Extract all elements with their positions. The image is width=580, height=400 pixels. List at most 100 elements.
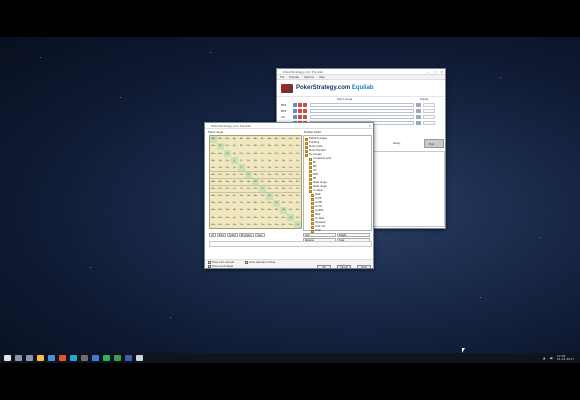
hand-cell[interactable]: J5o	[231, 200, 238, 207]
hand-cell[interactable]: 85o	[252, 200, 259, 207]
hand-cell[interactable]: A6o	[210, 192, 217, 200]
hand-cell[interactable]: 77	[259, 185, 266, 193]
hand-cell[interactable]: 98s	[252, 171, 259, 179]
hand-cell[interactable]: 88	[252, 178, 259, 186]
hand-cell[interactable]: KK	[217, 143, 224, 150]
hand-cell[interactable]: Q5s	[273, 150, 280, 157]
hand-cell[interactable]: J9s	[245, 157, 252, 164]
chrome-icon[interactable]	[59, 355, 66, 361]
hand-cell[interactable]: J7s	[259, 157, 266, 164]
hand-cell[interactable]: 66	[266, 192, 273, 200]
hand-cell[interactable]: 97o	[245, 185, 252, 193]
explorer-icon[interactable]	[37, 355, 44, 361]
hand-cell[interactable]: KQo	[217, 150, 224, 157]
hand-cell[interactable]: JTo	[231, 164, 238, 172]
hand-cell[interactable]: Q4s	[280, 150, 287, 157]
hand-cell[interactable]: T5s	[273, 164, 280, 172]
hand-range-input[interactable]	[310, 103, 414, 107]
hand-cell[interactable]: K7s	[259, 143, 266, 150]
hand-cell[interactable]: K5o	[217, 200, 224, 207]
hand-cell[interactable]: ATo	[210, 164, 217, 172]
clear-button[interactable]	[416, 115, 421, 119]
add-button[interactable]: Add	[303, 233, 336, 237]
hand-cell[interactable]: 72o	[259, 221, 266, 228]
pairs-button[interactable]: Pairs	[216, 233, 226, 237]
hand-cell[interactable]: 72s	[294, 185, 301, 193]
random-icon[interactable]	[303, 115, 307, 119]
hand-cell[interactable]: AA	[210, 136, 217, 143]
hand-cell[interactable]: 62s	[294, 192, 301, 200]
hand-cell[interactable]: 87o	[252, 185, 259, 193]
hand-cell[interactable]: 84s	[280, 178, 287, 186]
hand-cell[interactable]: A8s	[252, 136, 259, 143]
hand-cell[interactable]: 73o	[259, 214, 266, 221]
hand-cell[interactable]: T5o	[238, 200, 245, 207]
hand-cell[interactable]: T8o	[238, 178, 245, 186]
all-button[interactable]: All	[209, 233, 216, 237]
hand-cell[interactable]: KQs	[224, 143, 231, 150]
hand-cell[interactable]: Q6o	[224, 192, 231, 200]
menu-help[interactable]: Help	[319, 75, 325, 79]
hand-cell[interactable]: 97s	[259, 171, 266, 179]
hand-cell[interactable]: J8o	[231, 178, 238, 186]
hand-cell[interactable]: T6s	[266, 164, 273, 172]
hand-cell[interactable]: J3o	[231, 214, 238, 221]
hand-cell[interactable]: 42o	[280, 221, 287, 228]
settings-icon[interactable]	[48, 355, 55, 361]
hand-cell[interactable]: A4o	[210, 207, 217, 214]
hand-cell[interactable]: K6o	[217, 192, 224, 200]
hand-cell[interactable]: 32s	[294, 214, 301, 221]
menu-equilab[interactable]: Equilab	[289, 75, 299, 79]
hand-cell[interactable]: T4s	[280, 164, 287, 172]
hand-cell[interactable]: AJo	[210, 157, 217, 164]
hand-cell[interactable]: 43o	[280, 214, 287, 221]
hand-cell[interactable]: K6s	[266, 143, 273, 150]
hand-cell[interactable]: 55	[273, 200, 280, 207]
hand-cell[interactable]: 92s	[294, 171, 301, 179]
hand-cell[interactable]: A7o	[210, 185, 217, 193]
hand-cell[interactable]: 22	[294, 221, 301, 228]
clock[interactable]: 12:00 01.01.2017	[557, 355, 574, 361]
hand-cell[interactable]: Q9o	[224, 171, 231, 179]
range-text-field[interactable]	[209, 241, 372, 247]
hand-cell[interactable]: 63o	[266, 214, 273, 221]
hand-cell[interactable]: K3o	[217, 214, 224, 221]
hand-cell[interactable]: 96s	[266, 171, 273, 179]
close-icon[interactable]: ✕	[440, 69, 443, 75]
eval-button[interactable]: Eval	[424, 139, 444, 148]
range-titlebar[interactable]: PokerStrategy.com Equilab ✕	[205, 123, 373, 129]
hand-cell[interactable]: K2s	[294, 143, 301, 150]
hand-cell[interactable]: Q3o	[224, 214, 231, 221]
hand-cell[interactable]: 75s	[273, 185, 280, 193]
hand-cell[interactable]: 65o	[266, 200, 273, 207]
hand-cell[interactable]: 93s	[287, 171, 294, 179]
hand-cell[interactable]: QJs	[231, 150, 238, 157]
hand-range-input[interactable]	[310, 109, 414, 113]
hand-cell[interactable]: T3o	[238, 214, 245, 221]
hand-cell[interactable]: J5s	[273, 157, 280, 164]
hand-cell[interactable]: JJ	[231, 157, 238, 164]
hand-cell[interactable]: A5s	[273, 136, 280, 143]
hand-cell[interactable]: AJs	[231, 136, 238, 143]
hand-cell[interactable]: 99	[245, 171, 252, 179]
equilab-titlebar[interactable]: PokerStrategy.com Equilab — □ ✕	[277, 69, 445, 75]
hand-cell[interactable]: T2s	[294, 164, 301, 172]
range-icon[interactable]	[293, 103, 297, 107]
hand-cell[interactable]: J7o	[231, 185, 238, 193]
app-icon[interactable]	[81, 355, 88, 361]
card-icon[interactable]	[298, 109, 302, 113]
hand-cell[interactable]: K2o	[217, 221, 224, 228]
hand-cell[interactable]: 76o	[259, 192, 266, 200]
delete-button[interactable]: Delete	[337, 233, 370, 237]
hand-cell[interactable]: AQo	[210, 150, 217, 157]
hand-cell[interactable]: J8s	[252, 157, 259, 164]
hand-cell[interactable]: A5o	[210, 200, 217, 207]
volume-icon[interactable]: ◀)	[549, 356, 552, 360]
hand-cell[interactable]: AKo	[210, 143, 217, 150]
hand-cell[interactable]: 53s	[287, 200, 294, 207]
hand-cell[interactable]: 92o	[245, 221, 252, 228]
hand-cell[interactable]: K4o	[217, 207, 224, 214]
range-icon[interactable]	[293, 115, 297, 119]
hand-cell[interactable]: 95s	[273, 171, 280, 179]
menu-file[interactable]: File	[280, 75, 284, 79]
